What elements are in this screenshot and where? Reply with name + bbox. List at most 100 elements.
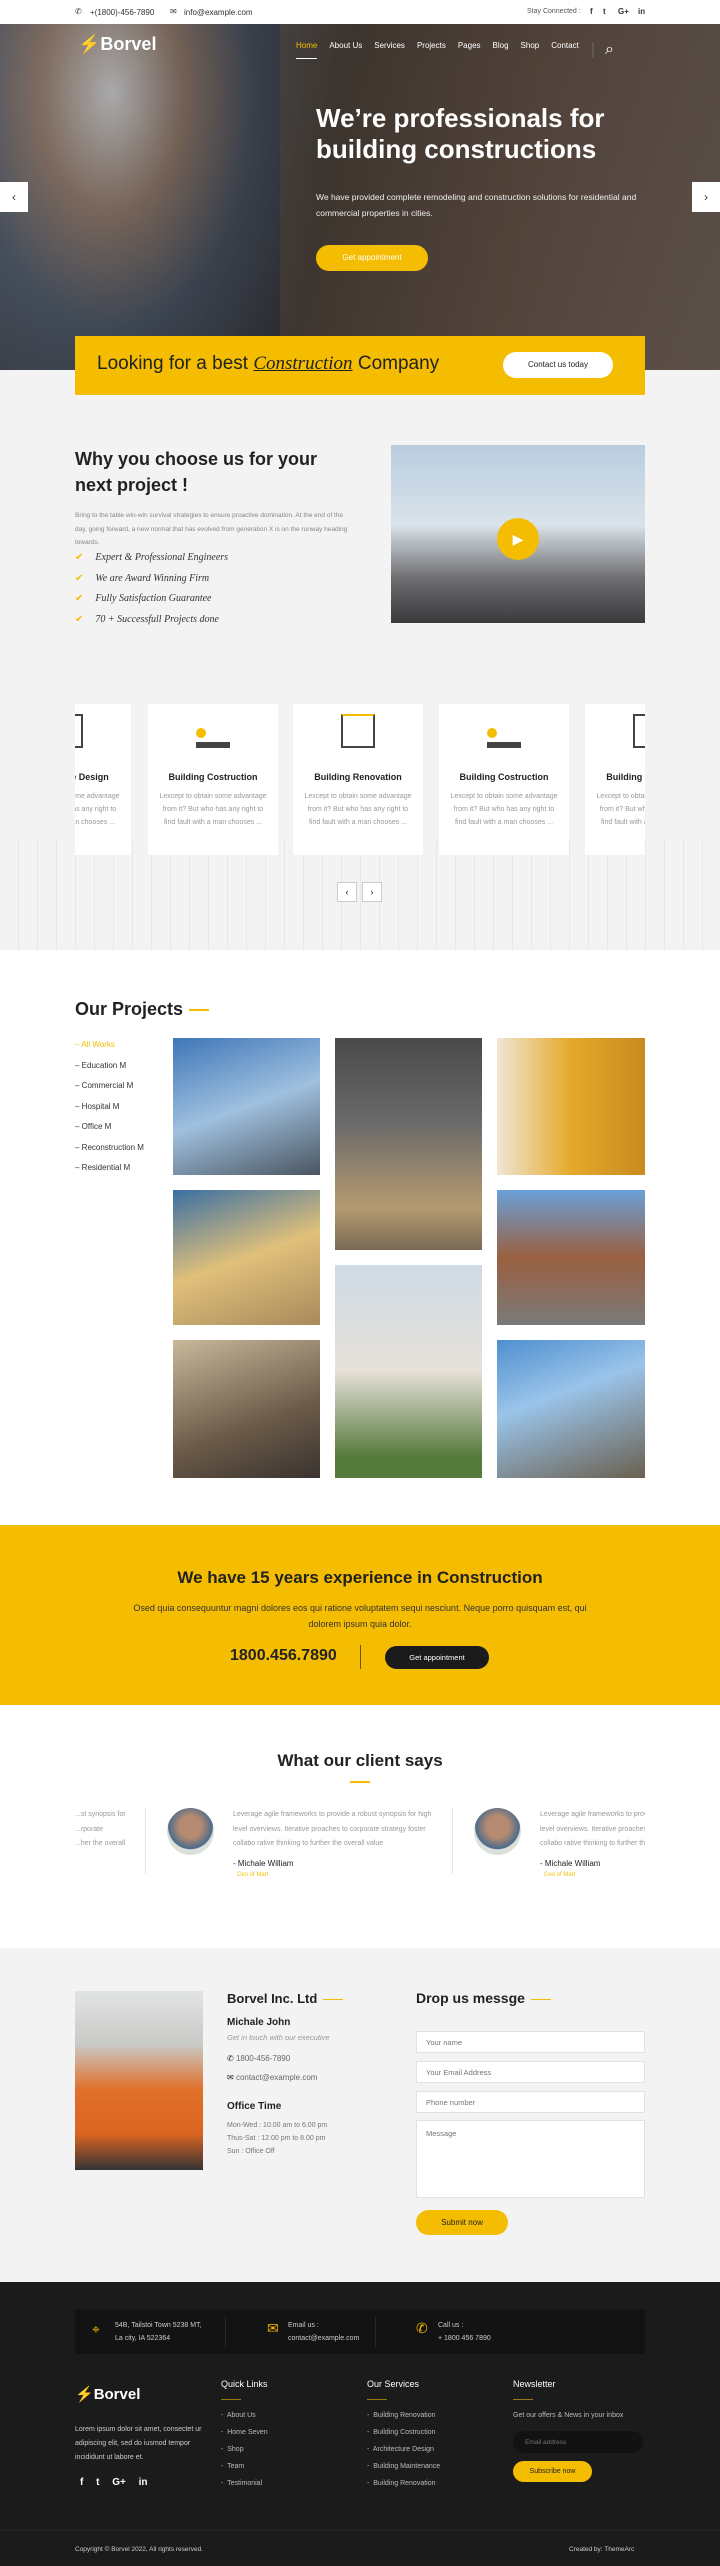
filter-hospital[interactable]: – Hospital M (75, 1102, 144, 1123)
linkedin-icon[interactable]: in (638, 7, 645, 16)
client-avatar (474, 1808, 521, 1855)
google-plus-icon[interactable]: G+ (112, 2477, 126, 2488)
nav-about[interactable]: About Us (329, 41, 362, 59)
filter-office[interactable]: – Office M (75, 1122, 144, 1143)
service-card[interactable]: Building RenovationLexcept to obtain som… (293, 704, 423, 855)
subscribe-button[interactable]: Subscribe now (513, 2461, 592, 2482)
topbar-phone[interactable]: +(1800)-456-7890 (90, 8, 154, 17)
footer-link[interactable]: - Team (221, 2463, 268, 2480)
crane-icon (196, 714, 230, 748)
title-underline (350, 1781, 370, 1783)
next-slide-button[interactable]: › (692, 182, 720, 212)
footer-link[interactable]: - Testimonial (221, 2480, 268, 2497)
logo[interactable]: ⚡Borvel (78, 34, 156, 55)
footer-link[interactable]: - About Us (221, 2412, 268, 2429)
facebook-icon[interactable]: f (80, 2477, 83, 2488)
services-prev-button[interactable]: ‹ (337, 882, 357, 902)
twitter-icon[interactable]: t (603, 7, 606, 16)
service-card[interactable]: Architecture DesignLexcept to obtain som… (75, 704, 131, 855)
filter-reconstruction[interactable]: – Reconstruction M (75, 1143, 144, 1164)
footer-about: Lorem ipsum dolor sit amet, consectet ur… (75, 2426, 202, 2461)
feature-item: ✔ Fully Satisfaction Guarantee (75, 593, 212, 604)
footer-link[interactable]: - Architecture Design (367, 2446, 440, 2463)
contact-phone[interactable]: ✆ 1800-456-7890 (227, 2054, 290, 2063)
footer-info-bar: ⌖ 54B, Tailstoi Town 5238 MT, La city, IA… (75, 2309, 645, 2354)
feature-item: ✔ We are Award Winning Firm (75, 572, 210, 584)
footer-link[interactable]: - Building Renovation (367, 2480, 440, 2497)
project-image[interactable] (497, 1340, 645, 1478)
footer-link[interactable]: - Building Maintenance (367, 2463, 440, 2480)
nav-shop[interactable]: Shop (521, 41, 540, 59)
project-image[interactable] (173, 1340, 320, 1478)
cta-title: We have 15 years experience in Construct… (177, 1568, 543, 1587)
linkedin-icon[interactable]: in (139, 2477, 148, 2488)
city-sketch-background (0, 840, 720, 950)
contact-us-button[interactable]: Contact us today (503, 352, 613, 378)
feature-item: ✔ 70 + Successfull Projects done (75, 613, 219, 625)
get-appointment-button[interactable]: Get appointment (316, 245, 428, 271)
footer-link[interactable]: - Building Renovation (367, 2412, 440, 2429)
client-name: - Michale William (540, 1858, 601, 1868)
credit[interactable]: Created by: ThemeArc (569, 2546, 634, 2553)
footer-services: Our Services - Building Renovation - Bui… (367, 2379, 440, 2497)
form-title: Drop us messge (416, 1990, 551, 2006)
about-video-thumbnail[interactable]: ▶ (391, 445, 645, 623)
cta-appointment-button[interactable]: Get appointment (385, 1646, 489, 1669)
office-hours: Mon-Wed : 10.00 am to 6.00 pm Thus-Sat : … (227, 2122, 328, 2155)
google-plus-icon[interactable]: G+ (618, 7, 629, 16)
project-image[interactable] (497, 1190, 645, 1325)
nav-contact[interactable]: Contact (551, 41, 579, 59)
project-image[interactable] (173, 1190, 320, 1325)
stay-connected-label: Stay Connected : (527, 8, 581, 15)
filter-commercial[interactable]: – Commercial M (75, 1081, 144, 1102)
check-icon: ✔ (75, 613, 84, 625)
filter-residential[interactable]: – Residential M (75, 1163, 144, 1184)
testimonial-item: Leverage agile frameworks to provide a r… (540, 1811, 645, 1878)
project-image[interactable] (173, 1038, 320, 1175)
search-icon[interactable]: ⌕ (605, 41, 614, 59)
nav-pages[interactable]: Pages (458, 41, 481, 59)
newsletter-text: Get our offers & News in your inbox (513, 2412, 624, 2419)
newsletter: Newsletter Get our offers & News in your… (513, 2379, 643, 2482)
facebook-icon[interactable]: f (590, 7, 593, 16)
address: 54B, Tailstoi Town 5238 MT, La city, IA 5… (115, 2322, 202, 2342)
top-bar: ✆ +(1800)-456-7890 ✉ info@example.com St… (0, 0, 720, 24)
service-card[interactable]: Building RenovationLexcept to obtain som… (585, 704, 645, 855)
service-card[interactable]: Building Costruction Lexcept to obtain so… (439, 704, 569, 855)
footer-email[interactable]: Email us : contact@example.com (288, 2319, 359, 2345)
nav-projects[interactable]: Projects (417, 41, 446, 59)
footer-link[interactable]: - Home Seven (221, 2429, 268, 2446)
twitter-icon[interactable]: t (96, 2477, 99, 2488)
client-avatar (167, 1808, 214, 1855)
nav-blog[interactable]: Blog (493, 41, 509, 59)
name-input[interactable] (416, 2031, 645, 2053)
newsletter-email-input[interactable] (513, 2431, 643, 2453)
footer-link[interactable]: - Shop (221, 2446, 268, 2463)
project-image[interactable] (335, 1265, 482, 1478)
phone-icon: ✆ (75, 7, 82, 16)
message-textarea[interactable] (416, 2120, 645, 2198)
filter-all-works[interactable]: – All Works (75, 1040, 144, 1061)
service-card[interactable]: Building Costruction Lexcept to obtain so… (148, 704, 278, 855)
executive-name: Michale John (227, 2017, 291, 2028)
play-icon[interactable]: ▶ (497, 518, 539, 560)
services-next-button[interactable]: › (362, 882, 382, 902)
banner-text: Looking for a best Construction Company (97, 353, 440, 374)
project-image[interactable] (335, 1038, 482, 1250)
nav-services[interactable]: Services (374, 41, 405, 59)
prev-slide-button[interactable]: ‹ (0, 182, 28, 212)
submit-button[interactable]: Submit now (416, 2210, 508, 2235)
feature-list: ✔ Expert & Professional Engineers ✔ We are… (75, 552, 228, 634)
email-input[interactable] (416, 2061, 645, 2083)
nav-home[interactable]: Home (296, 41, 318, 59)
company-name: Borvel Inc. Ltd (227, 1991, 344, 2006)
cta-phone[interactable]: 1800.456.7890 (230, 1647, 337, 1665)
project-image[interactable] (497, 1038, 645, 1175)
topbar-email[interactable]: info@example.com (184, 8, 253, 17)
filter-education[interactable]: – Education M (75, 1061, 144, 1082)
footer-phone[interactable]: Call us : + 1800 456 7890 (438, 2319, 491, 2345)
footer-logo[interactable]: ⚡Borvel (75, 2385, 140, 2403)
phone-input[interactable] (416, 2091, 645, 2113)
contact-email[interactable]: ✉ contact@example.com (227, 2073, 317, 2082)
footer-link[interactable]: - Building Costruction (367, 2429, 440, 2446)
